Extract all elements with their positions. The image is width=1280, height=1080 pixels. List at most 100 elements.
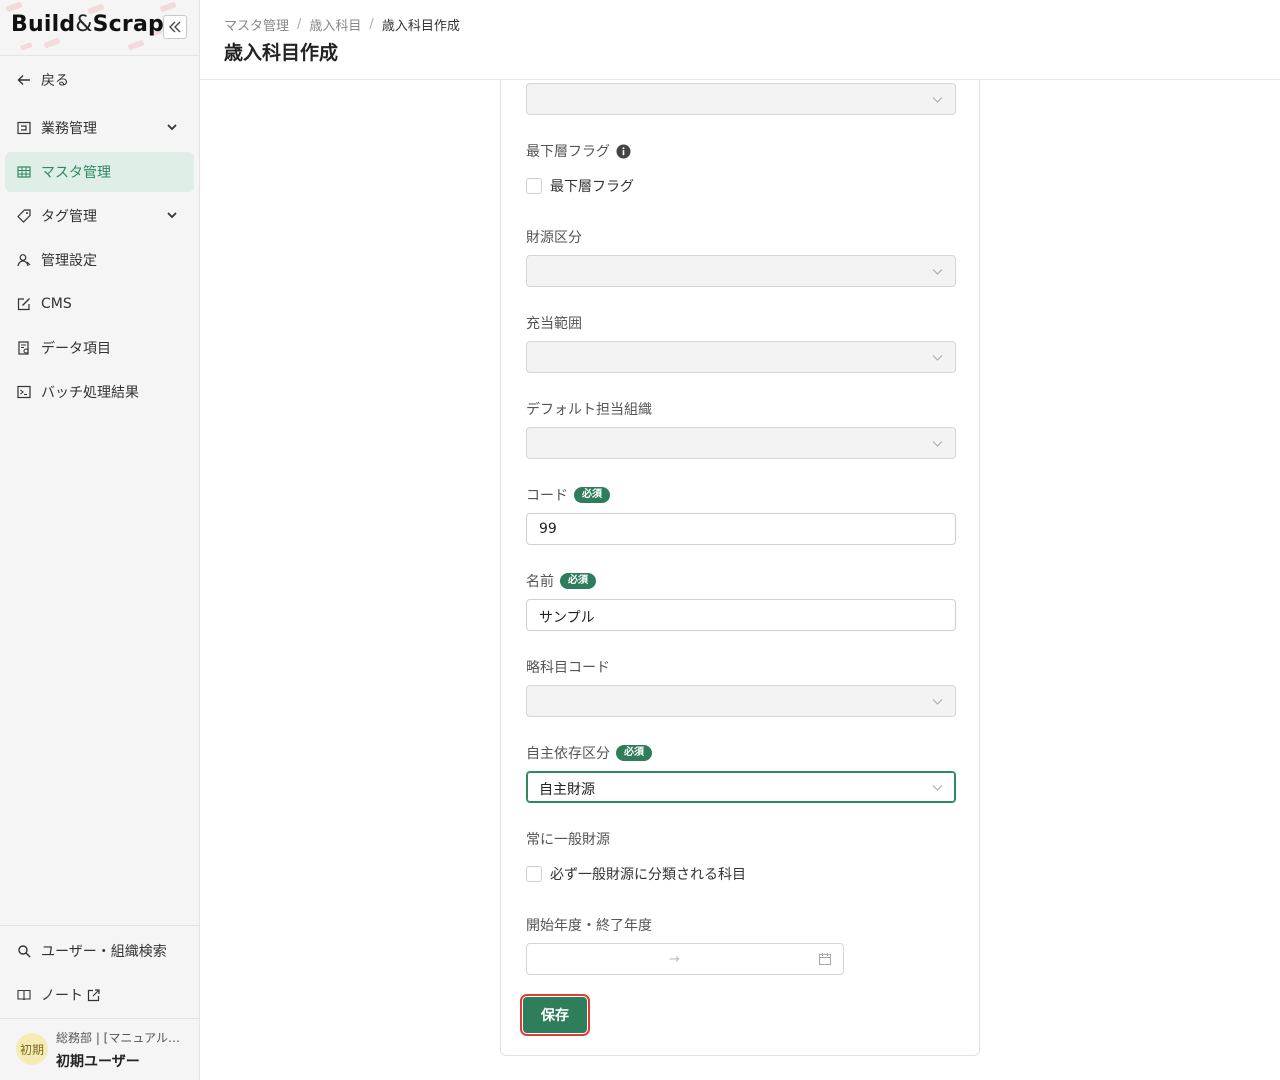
- sidebar-item-label: データ項目: [41, 341, 111, 357]
- search-icon: [16, 943, 32, 959]
- dependency-select-value: 自主財源: [539, 782, 595, 798]
- info-icon[interactable]: [616, 144, 631, 159]
- chevron-down-icon: [167, 212, 177, 219]
- fiscal-year-range-picker[interactable]: →: [526, 943, 844, 975]
- code-label: コード 必須: [526, 485, 610, 505]
- breadcrumb-item-revenue[interactable]: 歳入科目: [309, 15, 361, 34]
- lowest-flag-checkbox[interactable]: [526, 178, 542, 194]
- fund-category-label: 財源区分: [526, 230, 582, 246]
- sidebar-item-user-search[interactable]: ユーザー・組織検索: [5, 931, 194, 971]
- lowest-flag-label-text: 最下層フラグ: [526, 144, 610, 160]
- parent-select[interactable]: [526, 83, 956, 115]
- breadcrumb: マスタ管理 / 歳入科目 / 歳入科目作成: [224, 15, 460, 34]
- logo-text-scrap: Scrap: [92, 12, 164, 37]
- name-label-text: 名前: [526, 574, 554, 590]
- edit-icon: [16, 296, 32, 312]
- user-name: 初期ユーザー: [56, 1054, 140, 1070]
- allocation-range-label: 充当範囲: [526, 316, 582, 332]
- name-input-value: サンプル: [539, 610, 595, 626]
- business-icon: [16, 120, 32, 136]
- general-fund-label: 常に一般財源: [526, 832, 610, 848]
- sidebar-item-tags[interactable]: タグ管理: [5, 196, 194, 236]
- sidebar-item-business[interactable]: 業務管理: [5, 108, 194, 148]
- required-badge: 必須: [616, 745, 652, 761]
- allocation-range-select[interactable]: [526, 341, 956, 373]
- collapse-sidebar-button[interactable]: [163, 15, 187, 39]
- app-logo[interactable]: Build&Scrap: [11, 12, 164, 37]
- logo-text-build: Build: [11, 12, 76, 37]
- tag-icon: [16, 208, 32, 224]
- sidebar-item-label: マスタ管理: [41, 165, 111, 181]
- logo-bar: Build&Scrap: [0, 0, 199, 56]
- save-button[interactable]: 保存: [520, 994, 590, 1036]
- code-input[interactable]: 99: [526, 513, 956, 545]
- code-input-value: 99: [539, 521, 557, 537]
- default-org-label: デフォルト担当組織: [526, 402, 652, 418]
- sidebar-item-label: ノート: [41, 988, 83, 1004]
- dependency-label-text: 自主依存区分: [526, 746, 610, 762]
- page-header: マスタ管理 / 歳入科目 / 歳入科目作成 歳入科目作成: [200, 0, 1280, 80]
- breadcrumb-separator: /: [297, 17, 302, 32]
- sidebar-item-label: CMS: [41, 296, 72, 312]
- required-badge: 必須: [574, 487, 610, 503]
- sidebar-item-batch-results[interactable]: バッチ処理結果: [5, 372, 194, 412]
- chevron-down-icon: [932, 97, 943, 103]
- sidebar-item-cms[interactable]: CMS: [5, 284, 194, 324]
- back-label: 戻る: [41, 73, 69, 89]
- data-item-icon: [16, 340, 32, 356]
- book-icon: [16, 987, 32, 1003]
- external-link-icon: [87, 988, 100, 1001]
- general-fund-checkbox[interactable]: [526, 866, 542, 882]
- chevron-down-icon: [932, 785, 943, 791]
- fund-category-select[interactable]: [526, 255, 956, 287]
- chevron-down-icon: [932, 355, 943, 361]
- chevron-down-icon: [932, 699, 943, 705]
- name-label: 名前 必須: [526, 571, 596, 591]
- lowest-flag-checkbox-row[interactable]: 最下層フラグ: [526, 176, 634, 196]
- fiscal-year-range-label: 開始年度・終了年度: [526, 918, 652, 934]
- avatar: 初期: [16, 1033, 48, 1065]
- lowest-flag-label: 最下層フラグ: [526, 141, 631, 161]
- sidebar-item-label: ユーザー・組織検索: [41, 944, 167, 960]
- sidebar-divider: [0, 925, 199, 926]
- short-code-select[interactable]: [526, 685, 956, 717]
- sidebar-item-label: タグ管理: [41, 209, 97, 225]
- dependency-label: 自主依存区分 必須: [526, 743, 652, 763]
- current-user[interactable]: 初期 総務部 | [マニュアル… 初期ユーザー: [0, 1019, 199, 1080]
- chevron-down-icon: [932, 441, 943, 447]
- terminal-icon: [16, 384, 32, 400]
- arrow-left-icon: [16, 72, 32, 88]
- general-fund-checkbox-label: 必ず一般財源に分類される科目: [550, 867, 746, 883]
- general-fund-checkbox-row[interactable]: 必ず一般財源に分類される科目: [526, 864, 746, 884]
- logo-text-amp: &: [75, 12, 93, 37]
- users-settings-icon: [16, 252, 32, 268]
- calendar-icon: [819, 953, 831, 965]
- form-card: 最下層フラグ 最下層フラグ 財源区分 充当範囲 デフォルト担当組織 コード 必須…: [500, 80, 980, 1056]
- chevron-down-icon: [932, 269, 943, 275]
- sidebar-item-label: 管理設定: [41, 253, 97, 269]
- default-org-select[interactable]: [526, 427, 956, 459]
- sidebar: Build&Scrap 戻る 業務管理 マスタ管理 タグ管理 管理設定 CMS …: [0, 0, 200, 1080]
- sidebar-item-notes[interactable]: ノート: [5, 975, 194, 1015]
- double-chevron-left-icon: [169, 21, 181, 33]
- breadcrumb-item-current: 歳入科目作成: [381, 19, 460, 34]
- range-separator-arrow: →: [669, 952, 680, 967]
- breadcrumb-item-master[interactable]: マスタ管理: [224, 15, 289, 34]
- sidebar-item-admin-settings[interactable]: 管理設定: [5, 240, 194, 280]
- breadcrumb-separator: /: [369, 17, 374, 32]
- chevron-down-icon: [167, 124, 177, 131]
- required-badge: 必須: [560, 573, 596, 589]
- user-org: 総務部 | [マニュアル…: [56, 1031, 180, 1045]
- code-label-text: コード: [526, 488, 568, 504]
- page-title: 歳入科目作成: [224, 42, 339, 64]
- table-icon: [16, 164, 32, 180]
- sidebar-item-data-items[interactable]: データ項目: [5, 328, 194, 368]
- sidebar-item-label: バッチ処理結果: [41, 385, 139, 401]
- short-code-label: 略科目コード: [526, 660, 610, 676]
- name-input[interactable]: サンプル: [526, 599, 956, 631]
- sidebar-item-label: 業務管理: [41, 121, 97, 137]
- back-link[interactable]: 戻る: [5, 60, 194, 100]
- dependency-select[interactable]: 自主財源: [526, 771, 956, 803]
- lowest-flag-checkbox-label: 最下層フラグ: [550, 179, 634, 195]
- sidebar-item-master[interactable]: マスタ管理: [5, 152, 194, 192]
